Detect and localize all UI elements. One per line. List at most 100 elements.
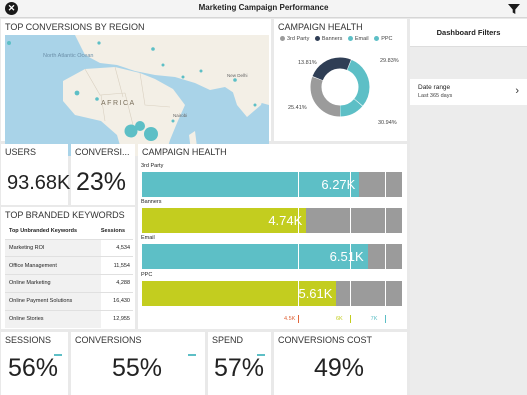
kpi-label: CONVERSIONS bbox=[75, 335, 142, 345]
kpi-label: SESSIONS bbox=[5, 335, 52, 345]
axis-tick-mark bbox=[384, 315, 386, 323]
map-bubble[interactable] bbox=[74, 90, 80, 96]
legend-label: Banners bbox=[321, 36, 343, 42]
keyword-cell: Online Marketing bbox=[5, 274, 101, 293]
legend-swatch bbox=[280, 36, 285, 42]
campaign-health-donut-card: CAMPAIGN HEALTH 3rd Party Banners Email … bbox=[274, 19, 407, 141]
threshold-line bbox=[350, 208, 351, 233]
sessions-cell: 16,430 bbox=[100, 291, 133, 311]
kpi-value: 93.68K bbox=[7, 172, 71, 194]
bar-label: Banners bbox=[141, 199, 162, 205]
threshold-line bbox=[384, 172, 386, 197]
bar-track[interactable]: 5.61K bbox=[142, 281, 402, 306]
branded-keywords-card: TOP BRANDED KEYWORDS Top Unbranded Keywo… bbox=[1, 207, 135, 329]
filter-value: Last 365 days bbox=[418, 93, 453, 99]
axis-tick-mark bbox=[350, 315, 351, 323]
conversions-kpi-card[interactable]: CONVERSI... 23% bbox=[71, 144, 135, 205]
kpi-value: 56% bbox=[8, 354, 59, 382]
keyword-cell: Office Management bbox=[5, 256, 101, 275]
bar-label: PPC bbox=[141, 272, 153, 278]
filter-icon[interactable] bbox=[508, 3, 520, 15]
bar-label: 3rd Party bbox=[141, 163, 164, 169]
map-label-city: Nairobi bbox=[173, 113, 187, 118]
top-bar: ✕ Marketing Campaign Performance bbox=[0, 0, 527, 18]
table-row[interactable]: Online Stories 12,955 bbox=[5, 309, 133, 328]
map-bubble[interactable] bbox=[199, 69, 203, 73]
donut-pct-label: 13.81% bbox=[298, 60, 317, 66]
map-bubble[interactable] bbox=[233, 78, 237, 82]
table-row[interactable]: Online Payment Solutions 16,430 bbox=[5, 291, 133, 311]
map-bubble[interactable] bbox=[95, 97, 99, 101]
conversions-cost-kpi-card[interactable]: CONVERSIONS COST 49% bbox=[274, 332, 407, 395]
spend-kpi-card[interactable]: SPEND 57% bbox=[208, 332, 271, 395]
bar-track[interactable]: 4.74K bbox=[142, 208, 402, 233]
users-kpi-card[interactable]: USERS 93.68K bbox=[1, 144, 71, 205]
sessions-kpi-card[interactable]: SESSIONS 56% bbox=[1, 332, 68, 395]
filter-label: Date range bbox=[418, 84, 451, 91]
map-bubble[interactable] bbox=[7, 41, 11, 45]
map-bubble[interactable] bbox=[97, 41, 101, 45]
bar-value-label: 6.51K bbox=[329, 249, 364, 264]
axis-tick-label: 6K bbox=[336, 316, 343, 322]
bars-title: CAMPAIGN HEALTH bbox=[142, 147, 227, 157]
legend-swatch bbox=[347, 36, 353, 42]
conversions-bottom-kpi-card[interactable]: CONVERSIONS 55% bbox=[71, 332, 205, 395]
kpi-label: USERS bbox=[5, 147, 37, 157]
map-bubble[interactable] bbox=[135, 121, 145, 131]
threshold-line bbox=[384, 281, 386, 306]
keywords-title: TOP BRANDED KEYWORDS bbox=[5, 210, 125, 220]
bar-track[interactable]: 6.27K bbox=[142, 172, 402, 197]
map-bubble[interactable] bbox=[181, 75, 185, 79]
donut-pct-label: 29.83% bbox=[380, 58, 399, 64]
table-row[interactable]: Marketing ROI 4,534 bbox=[5, 238, 133, 257]
axis-tick-label: 4.5K bbox=[284, 316, 296, 322]
kpi-value: 49% bbox=[314, 354, 365, 382]
sessions-cell: 4,288 bbox=[100, 274, 133, 293]
keywords-table: Top Unbranded Keywords Sessions Marketin… bbox=[5, 223, 133, 328]
threshold-line bbox=[384, 244, 386, 269]
map-label-ocean: North Atlantic Ocean bbox=[43, 53, 93, 59]
legend-swatch bbox=[374, 36, 380, 42]
filters-title: Dashboard Filters bbox=[410, 19, 527, 47]
filter-date-range[interactable]: Date range Last 365 days › bbox=[410, 79, 527, 105]
legend-swatch bbox=[314, 36, 320, 42]
threshold-line bbox=[350, 281, 351, 306]
chevron-right-icon: › bbox=[515, 85, 519, 97]
table-row[interactable]: Online Marketing 4,288 bbox=[5, 274, 133, 293]
keyword-cell: Online Payment Solutions bbox=[5, 291, 101, 311]
map-bubble[interactable] bbox=[253, 103, 257, 107]
region-map[interactable]: North Atlantic Ocean AFRICA New Delhi Na… bbox=[5, 35, 269, 156]
legend-label: Email bbox=[354, 36, 369, 42]
column-header[interactable]: Top Unbranded Keywords bbox=[5, 223, 101, 239]
map-bubble[interactable] bbox=[144, 127, 158, 141]
threshold-line bbox=[298, 244, 299, 269]
map-label-continent: AFRICA bbox=[101, 100, 136, 107]
threshold-line bbox=[384, 208, 386, 233]
bar-value-label: 4.74K bbox=[268, 213, 303, 228]
donut-pct-label: 30.94% bbox=[378, 120, 397, 126]
kpi-label: CONVERSIONS COST bbox=[278, 335, 373, 345]
sessions-cell: 12,955 bbox=[100, 309, 133, 328]
legend-label: PPC bbox=[381, 36, 393, 42]
map-title: TOP CONVERSIONS BY REGION bbox=[5, 22, 145, 32]
keyword-cell: Online Stories bbox=[5, 309, 101, 328]
kpi-value: 55% bbox=[112, 354, 163, 382]
map-card: TOP CONVERSIONS BY REGION North Atlantic… bbox=[1, 19, 271, 156]
kpi-value: 23% bbox=[76, 168, 127, 196]
bar-value-label: 5.61K bbox=[298, 286, 333, 301]
axis-tick-mark bbox=[298, 315, 299, 323]
donut-title: CAMPAIGN HEALTH bbox=[278, 22, 363, 32]
legend-label: 3rd Party bbox=[287, 36, 310, 42]
bar-label: Email bbox=[141, 235, 155, 241]
bar-track[interactable]: 6.51K bbox=[142, 244, 402, 269]
column-header[interactable]: Sessions bbox=[101, 223, 133, 239]
sessions-cell: 11,554 bbox=[100, 256, 133, 275]
page-title: Marketing Campaign Performance bbox=[198, 3, 329, 12]
map-label-city: New Delhi bbox=[227, 73, 248, 78]
donut-chart[interactable] bbox=[308, 55, 372, 119]
table-row[interactable]: Office Management 11,554 bbox=[5, 256, 133, 275]
map-bubble[interactable] bbox=[161, 63, 165, 67]
bar-value-label: 6.27K bbox=[321, 177, 356, 192]
map-bubble[interactable] bbox=[151, 47, 155, 51]
map-bubble[interactable] bbox=[171, 119, 175, 123]
